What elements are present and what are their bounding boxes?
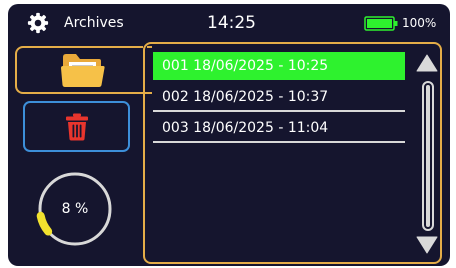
trash-icon	[66, 113, 88, 141]
storage-gauge: 8 %	[33, 167, 117, 251]
battery-percent: 100%	[402, 16, 437, 30]
list-item[interactable]: 003 18/06/2025 - 11:04	[153, 114, 405, 143]
scroll-down-arrow-icon[interactable]	[416, 236, 438, 254]
list-item[interactable]: 002 18/06/2025 - 10:37	[153, 83, 405, 112]
battery-icon	[364, 16, 398, 31]
gear-icon[interactable]	[27, 12, 49, 34]
folder-icon	[61, 54, 105, 87]
open-archive-button[interactable]	[15, 46, 152, 94]
scroll-up-arrow-icon[interactable]	[416, 54, 438, 72]
clock: 14:25	[207, 13, 256, 33]
scrollbar-thumb[interactable]	[426, 85, 430, 227]
device-screen: Archives 14:25 100% 8 % 001 18/06/2025 -…	[8, 4, 450, 266]
status-bar: Archives 14:25 100%	[8, 4, 450, 42]
app-title: Archives	[64, 15, 124, 31]
archive-list: 001 18/06/2025 - 10:25 002 18/06/2025 - …	[153, 52, 405, 145]
list-item[interactable]: 001 18/06/2025 - 10:25	[153, 52, 405, 80]
delete-button[interactable]	[23, 101, 130, 152]
storage-percent: 8 %	[61, 201, 89, 217]
scrollbar-track[interactable]	[422, 81, 434, 231]
